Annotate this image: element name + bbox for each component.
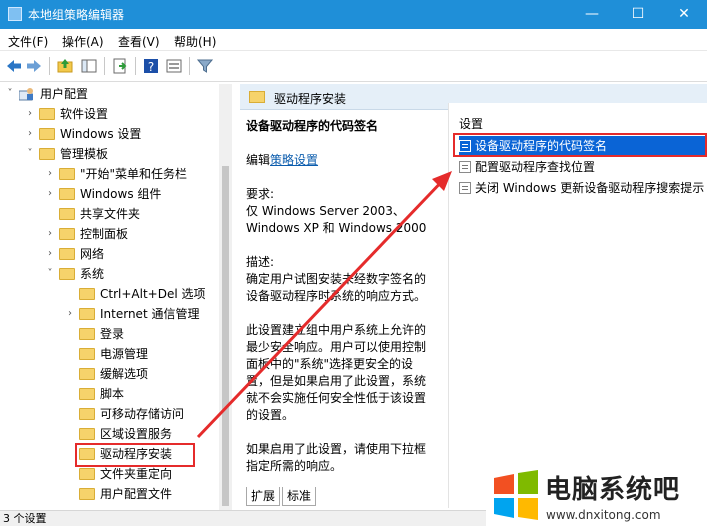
folder-icon <box>79 348 95 360</box>
tree-node-label: "开始"菜单和任务栏 <box>80 167 188 181</box>
tree-node-label: 软件设置 <box>60 107 109 121</box>
folder-icon <box>59 208 75 220</box>
folder-icon <box>79 328 95 340</box>
close-button[interactable]: ✕ <box>661 0 707 29</box>
window-title: 本地组策略编辑器 <box>28 8 125 22</box>
toolbar-separator <box>49 57 50 75</box>
properties-icon[interactable] <box>165 57 183 75</box>
description-line: 指定所需的响应。 <box>246 459 343 473</box>
user-config-icon <box>19 88 33 101</box>
maximize-button[interactable]: ☐ <box>615 0 661 29</box>
policy-setting-icon <box>459 161 471 173</box>
details-header-title: 驱动程序安装 <box>274 92 347 106</box>
group-policy-editor-window: 本地组策略编辑器 — ☐ ✕ 文件(F) 操作(A) 查看(V) 帮助(H) ?… <box>0 0 707 526</box>
folder-icon <box>39 108 55 120</box>
toolbar-separator <box>135 57 136 75</box>
menu-bar: 文件(F) 操作(A) 查看(V) 帮助(H) <box>0 29 707 51</box>
chevron-right-icon[interactable]: › <box>64 304 76 324</box>
filter-icon[interactable] <box>196 57 214 75</box>
toolbar-separator <box>189 57 190 75</box>
menu-file[interactable]: 文件(F) <box>8 33 48 50</box>
chevron-down-icon[interactable]: ˅ <box>44 264 56 284</box>
menu-view[interactable]: 查看(V) <box>118 33 160 50</box>
chevron-right-icon[interactable]: › <box>44 184 56 204</box>
tab-extended[interactable]: 扩展 <box>246 487 281 506</box>
policy-setting-icon <box>459 182 471 194</box>
chevron-right-icon[interactable]: › <box>44 224 56 244</box>
setting-label: 配置驱动程序查找位置 <box>475 160 596 174</box>
tree-node-label: 控制面板 <box>80 227 129 241</box>
tree-node-label: 共享文件夹 <box>80 207 141 221</box>
up-folder-icon[interactable] <box>56 57 74 75</box>
tab-standard[interactable]: 标准 <box>282 487 317 506</box>
tree-node-label: 用户配置 <box>40 87 89 101</box>
folder-icon <box>59 228 75 240</box>
description-paragraph: 如果启用了此设置，请使用下拉框 指定所需的响应。 <box>246 441 432 475</box>
folder-icon <box>79 488 95 500</box>
settings-list: 设置 设备驱动程序的代码签名 配置驱动程序查找位置 关闭 Windows 更新设… <box>448 103 707 508</box>
show-hide-tree-icon[interactable] <box>80 57 98 75</box>
tree-node-label: Windows 组件 <box>80 187 162 201</box>
tree-node-label: 系统 <box>80 267 105 281</box>
tree-node-label: 区域设置服务 <box>100 427 173 441</box>
settings-column-header[interactable]: 设置 <box>459 115 483 132</box>
folder-icon <box>79 288 95 300</box>
tree-node-label: Windows 设置 <box>60 127 142 141</box>
folder-icon <box>79 388 95 400</box>
tree-node-label: 登录 <box>100 327 125 341</box>
watermark-url: www.dnxitong.com <box>546 508 661 522</box>
view-tabs: 扩展 标准 <box>240 487 440 507</box>
tree-node-label: 可移动存储访问 <box>100 407 185 421</box>
folder-icon <box>59 188 75 200</box>
tree-node-label: 电源管理 <box>100 347 149 361</box>
folder-icon <box>79 428 95 440</box>
tree-node-label: 文件夹重定向 <box>100 467 173 481</box>
windows-logo-icon <box>494 470 538 520</box>
svg-text:?: ? <box>148 60 154 74</box>
folder-icon <box>79 468 95 480</box>
chevron-right-icon[interactable]: › <box>24 124 36 144</box>
policy-title: 设备驱动程序的代码签名 <box>246 119 379 133</box>
menu-action[interactable]: 操作(A) <box>62 33 104 50</box>
tree-node-label: Internet 通信管理 <box>100 307 200 321</box>
folder-icon <box>59 168 75 180</box>
forward-arrow-icon[interactable] <box>25 57 43 75</box>
app-icon <box>8 7 22 21</box>
folder-icon <box>39 148 55 160</box>
folder-icon <box>59 248 75 260</box>
annotation-box-tree-node <box>75 443 195 467</box>
setting-row-driver-search-location[interactable]: 配置驱动程序查找位置 <box>459 157 707 177</box>
tree-node-label: 网络 <box>80 247 105 261</box>
folder-icon <box>79 368 95 380</box>
chevron-right-icon[interactable]: › <box>24 104 36 124</box>
status-text: 3 个设置 <box>3 512 47 525</box>
chevron-right-icon[interactable]: › <box>44 164 56 184</box>
back-arrow-icon[interactable] <box>5 57 23 75</box>
folder-icon <box>39 128 55 140</box>
chevron-right-icon[interactable]: › <box>44 244 56 264</box>
minimize-button[interactable]: — <box>569 0 615 29</box>
help-icon[interactable]: ? <box>142 57 160 75</box>
chevron-down-icon[interactable]: ˅ <box>4 84 16 104</box>
title-bar: 本地组策略编辑器 — ☐ ✕ <box>0 0 707 29</box>
folder-icon <box>59 268 75 280</box>
watermark-brand: 电脑系统吧 <box>545 475 681 505</box>
toolbar: ? <box>0 51 707 82</box>
setting-row-windows-update-search-prompt[interactable]: 关闭 Windows 更新设备驱动程序搜索提示 <box>459 178 707 198</box>
annotation-arrow <box>196 171 452 439</box>
annotation-box-setting <box>453 133 707 157</box>
tree-node-label: 用户配置文件 <box>100 487 173 501</box>
folder-icon <box>249 91 265 103</box>
toolbar-separator <box>104 57 105 75</box>
folder-icon <box>79 408 95 420</box>
setting-label: 关闭 Windows 更新设备驱动程序搜索提示 <box>475 181 705 195</box>
folder-icon <box>79 308 95 320</box>
chevron-down-icon[interactable]: ˅ <box>24 144 36 164</box>
watermark-logo: 电脑系统吧 www.dnxitong.com <box>486 466 707 526</box>
tree-node-label: 管理模板 <box>60 147 109 161</box>
export-list-icon[interactable] <box>111 57 129 75</box>
tree-node-label: 缓解选项 <box>100 367 149 381</box>
tree-node-label: 脚本 <box>100 387 125 401</box>
menu-help[interactable]: 帮助(H) <box>174 33 216 50</box>
